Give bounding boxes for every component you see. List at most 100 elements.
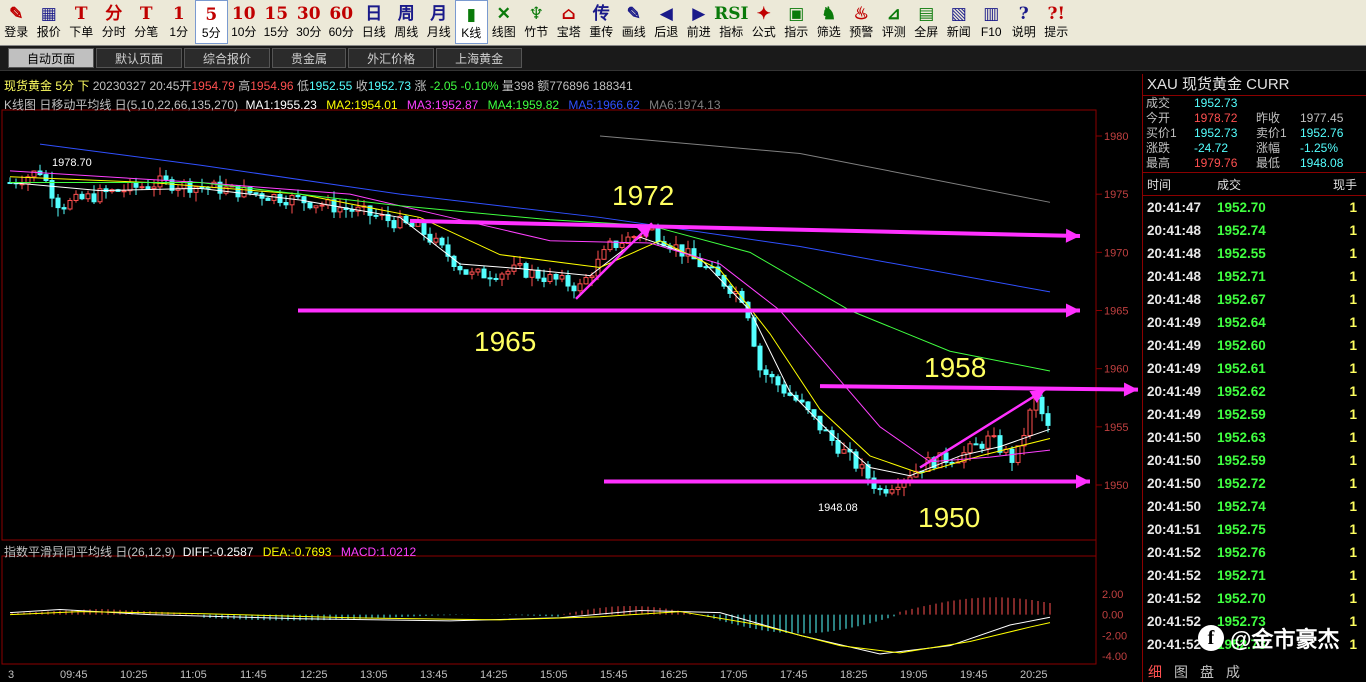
- toolbar-button-16[interactable]: ♆ 竹节: [520, 0, 553, 44]
- toolbar-button-1[interactable]: ▦ 报价: [33, 0, 66, 44]
- ma6-value: MA6:1974.13: [649, 98, 721, 112]
- kline-chart-svg[interactable]: 1980 1975 1970 1965 1960 1955 1950 2.00 0.00 -2.0…: [0, 74, 1142, 682]
- toolbar-button-23[interactable]: ✦ 公式: [748, 0, 781, 44]
- toolbar-button-19[interactable]: ✎ 画线: [618, 0, 651, 44]
- toolbar-button-15[interactable]: ✕ 线图: [488, 0, 521, 44]
- tick-price: 1952.55: [1217, 246, 1266, 261]
- annotation-a1972: 1972: [612, 180, 674, 211]
- toolbar-button-17[interactable]: ⌂ 宝塔: [553, 0, 586, 44]
- toolbar-button-3[interactable]: 分分时: [98, 0, 131, 44]
- toolbar-button-5[interactable]: 1 1分: [163, 0, 196, 44]
- tick-row[interactable]: 20:41:49 1952.61 1: [1143, 357, 1366, 380]
- candle-body: [43, 174, 49, 182]
- toolbar-button-26[interactable]: ♨ 预警: [845, 0, 878, 44]
- tick-row[interactable]: 20:41:52 1952.70 1: [1143, 587, 1366, 610]
- toolbar-icon-30: ▥: [983, 4, 1000, 24]
- candle-body: [151, 186, 157, 190]
- toolbar-button-9[interactable]: 30 30分: [293, 0, 326, 44]
- annotation-a1965: 1965: [474, 326, 536, 357]
- tab-1[interactable]: 默认页面: [96, 48, 183, 68]
- ma4-value: MA4:1959.82: [487, 98, 560, 112]
- panel-tab-2[interactable]: 盘: [1194, 662, 1220, 682]
- toolbar-button-0[interactable]: ✎ 登录: [0, 0, 33, 44]
- tick-row[interactable]: 20:41:50 1952.72 1: [1143, 472, 1366, 495]
- tick-row[interactable]: 20:41:48 1952.55 1: [1143, 242, 1366, 265]
- toolbar-button-28[interactable]: ▤ 全屏: [910, 0, 943, 44]
- ma3-line: [9, 170, 1051, 463]
- toolbar-icon-21: ▶: [692, 4, 706, 24]
- toolbar-button-31[interactable]: ? 说明: [1008, 0, 1041, 44]
- tick-row[interactable]: 20:41:51 1952.75 1: [1143, 518, 1366, 541]
- toolbar-button-14[interactable]: ▮ K线: [455, 0, 488, 44]
- tick-time: 20:41:48: [1147, 269, 1202, 284]
- trend-arrow-line: [819, 384, 1139, 392]
- toolbar-label-3: 分时: [101, 25, 126, 39]
- tick-row[interactable]: 20:41:50 1952.63 1: [1143, 426, 1366, 449]
- macd-tick-label: 2.00: [1102, 589, 1123, 601]
- toolbar-icon-16: ♆: [528, 4, 544, 24]
- toolbar-button-27[interactable]: ⊿ 评测: [878, 0, 911, 44]
- toolbar-button-11[interactable]: 日日线: [358, 0, 391, 44]
- panel-tab-3[interactable]: 成: [1220, 662, 1246, 682]
- toolbar-button-24[interactable]: ▣ 指示: [780, 0, 813, 44]
- toolbar-button-30[interactable]: ▥ F10: [975, 0, 1008, 44]
- tick-row[interactable]: 20:41:48 1952.71 1: [1143, 265, 1366, 288]
- candle-body: [799, 399, 805, 403]
- toolbar-button-20[interactable]: ◀ 后退: [650, 0, 683, 44]
- toolbar-button-7[interactable]: 10 10分: [228, 0, 261, 44]
- candle-body: [373, 214, 379, 217]
- quote-value: 1948.08: [1300, 156, 1344, 170]
- symbol-name: 现货黄金 5分 下: [4, 79, 90, 93]
- toolbar-button-13[interactable]: 月月线: [423, 0, 456, 44]
- tick-row[interactable]: 20:41:47 1952.70 1: [1143, 196, 1366, 219]
- macd-value: MACD:1.0212: [340, 545, 417, 559]
- toolbar-button-29[interactable]: ▧ 新闻: [943, 0, 976, 44]
- tick-row[interactable]: 20:41:49 1952.60 1: [1143, 334, 1366, 357]
- trend-arrow-head: [1123, 382, 1138, 397]
- toolbar-button-12[interactable]: 周周线: [390, 0, 423, 44]
- toolbar-button-32[interactable]: ?! 提示: [1040, 0, 1073, 44]
- toolbar-button-10[interactable]: 60 60分: [325, 0, 358, 44]
- toolbar-button-6[interactable]: 5 5分: [195, 0, 228, 44]
- toolbar-icon-13: 月: [430, 4, 448, 24]
- toolbar-button-4[interactable]: T 分笔: [130, 0, 163, 44]
- tick-volume: 1: [1349, 407, 1357, 422]
- tick-row[interactable]: 20:41:48 1952.67 1: [1143, 288, 1366, 311]
- tick-row[interactable]: 20:41:49 1952.64 1: [1143, 311, 1366, 334]
- tick-price: 1952.59: [1217, 453, 1266, 468]
- macd-legend-label: 指数平滑异同平均线 日(26,12,9): [4, 545, 176, 559]
- toolbar-button-8[interactable]: 15 15分: [260, 0, 293, 44]
- toolbar-button-2[interactable]: T 下单: [65, 0, 98, 44]
- candle-body: [583, 277, 589, 285]
- panel-tab-1[interactable]: 图: [1168, 662, 1194, 682]
- toolbar-icon-22: RSI: [714, 4, 749, 24]
- toolbar-icon-5: 1: [172, 4, 185, 24]
- tab-5[interactable]: 上海黄金: [436, 48, 523, 68]
- tick-row[interactable]: 20:41:52 1952.76 1: [1143, 541, 1366, 564]
- tab-0[interactable]: 自动页面: [8, 48, 95, 68]
- toolbar-button-21[interactable]: ▶ 前进: [683, 0, 716, 44]
- toolbar-button-25[interactable]: ♞ 筛选: [813, 0, 846, 44]
- toolbar-button-22[interactable]: RSI 指标: [714, 0, 749, 44]
- quote-label: [1253, 96, 1297, 111]
- tick-row[interactable]: 20:41:49 1952.59 1: [1143, 403, 1366, 426]
- close-label: 收: [355, 79, 368, 93]
- tick-row[interactable]: 20:41:52 1952.71 1: [1143, 564, 1366, 587]
- tick-row[interactable]: 20:41:49 1952.62 1: [1143, 380, 1366, 403]
- candle-body: [877, 487, 883, 491]
- tick-volume: 1: [1349, 499, 1357, 514]
- quote-label: 最低: [1256, 156, 1281, 170]
- toolbar-icon-17: ⌂: [561, 4, 576, 24]
- kline-chart-area[interactable]: 1980 1975 1970 1965 1960 1955 1950 2.00 0.00 -2.0…: [0, 74, 1142, 682]
- tick-row[interactable]: 20:41:48 1952.74 1: [1143, 219, 1366, 242]
- toolbar-button-18[interactable]: 传重传: [585, 0, 618, 44]
- panel-tab-0[interactable]: 细: [1142, 662, 1168, 682]
- tick-row[interactable]: 20:41:50 1952.74 1: [1143, 495, 1366, 518]
- candle-body: [991, 435, 997, 438]
- tick-row[interactable]: 20:41:50 1952.59 1: [1143, 449, 1366, 472]
- toolbar-icon-15: ✕: [496, 4, 511, 24]
- tab-2[interactable]: 综合报价: [184, 48, 271, 68]
- tab-3[interactable]: 贵金属: [272, 48, 347, 68]
- tab-4[interactable]: 外汇价格: [348, 48, 435, 68]
- ticks-list[interactable]: 20:41:47 1952.70 1 20:41:48 1952.74 1 20:41:48…: [1143, 196, 1366, 656]
